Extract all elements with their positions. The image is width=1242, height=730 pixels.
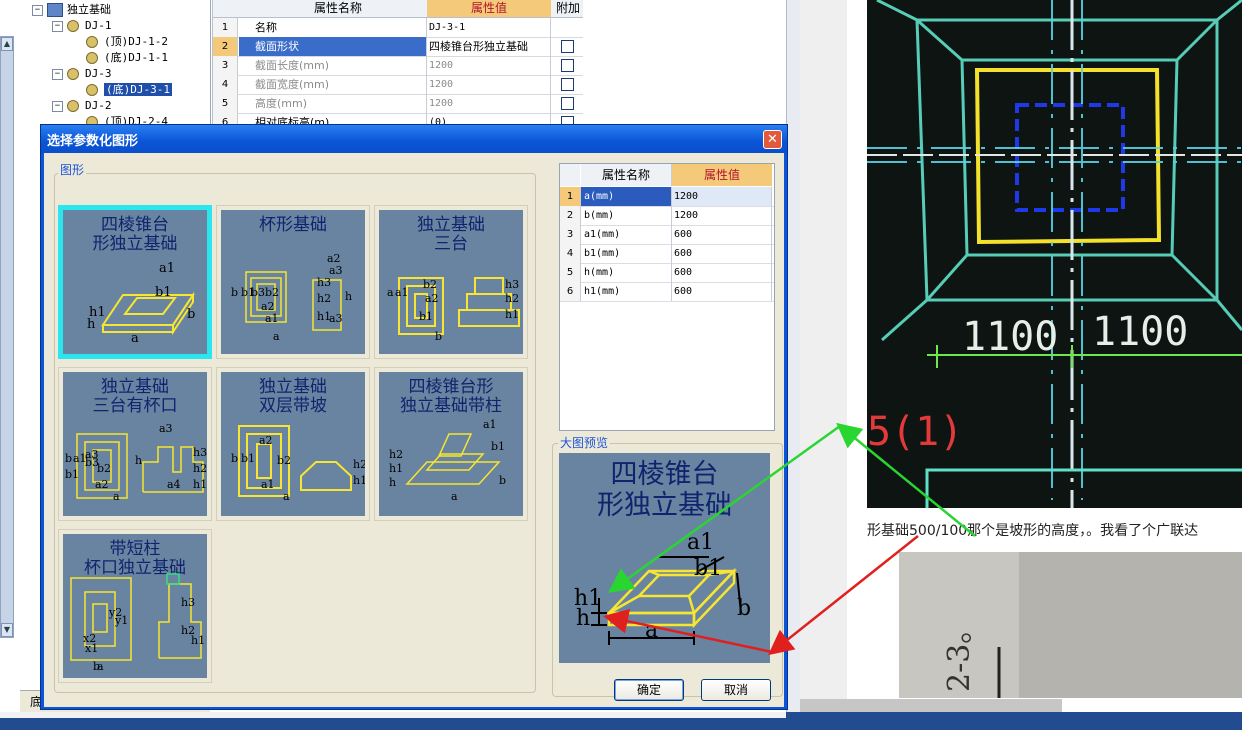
red-arrow bbox=[603, 535, 919, 656]
green-arrow bbox=[607, 422, 976, 593]
annotation-arrows bbox=[603, 422, 976, 656]
